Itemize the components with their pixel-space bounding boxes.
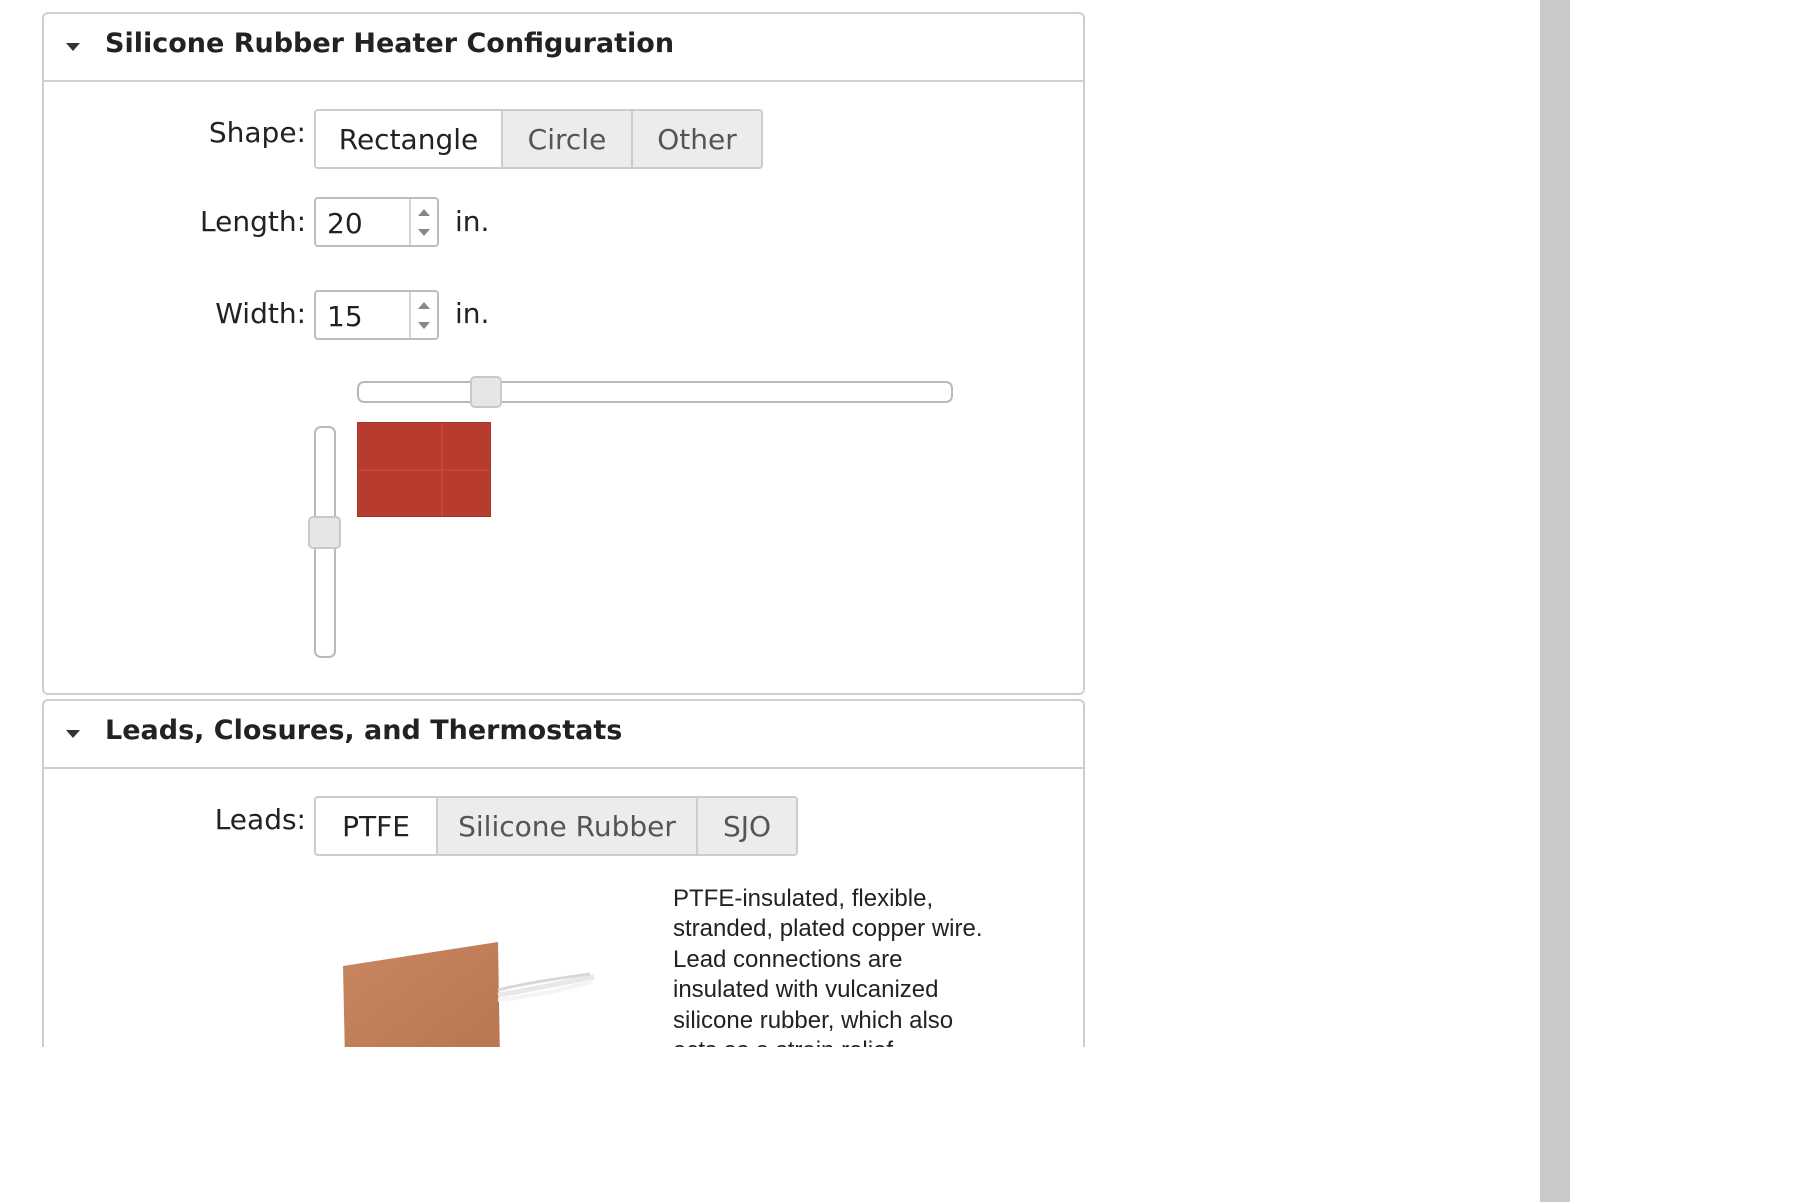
length-stepper[interactable]: [409, 199, 437, 245]
panel-title: Leads, Closures, and Thermostats: [105, 715, 623, 746]
width-value: 15: [327, 300, 363, 333]
leads-option-ptfe[interactable]: PTFE: [316, 798, 436, 854]
spin-up-icon[interactable]: [418, 302, 430, 309]
leads-option-silicone-rubber[interactable]: Silicone Rubber: [436, 798, 696, 854]
page-viewport: Silicone Rubber Heater Configuration Sha…: [0, 0, 1540, 1047]
spin-down-icon[interactable]: [418, 322, 430, 329]
lead-description: PTFE-insulated, flexible, stranded, plat…: [673, 885, 983, 1047]
caret-down-icon[interactable]: [66, 43, 80, 51]
width-unit: in.: [455, 297, 490, 330]
caret-down-icon[interactable]: [66, 730, 80, 738]
preview-grid-line: [358, 469, 490, 471]
width-slider-handle[interactable]: [308, 515, 341, 549]
length-unit: in.: [455, 205, 490, 238]
panel-title: Silicone Rubber Heater Configuration: [105, 28, 675, 59]
page-bottom-area: [0, 1047, 1540, 1202]
shape-selector: Rectangle Circle Other: [314, 109, 763, 169]
lead-wire-heater-image: [343, 942, 595, 1047]
length-input[interactable]: 20: [314, 197, 439, 247]
panel-header[interactable]: Leads, Closures, and Thermostats: [44, 701, 1083, 769]
shape-option-circle[interactable]: Circle: [501, 111, 631, 167]
length-value: 20: [327, 207, 363, 240]
width-stepper[interactable]: [409, 292, 437, 338]
length-slider-handle[interactable]: [469, 376, 502, 408]
leads-option-sjo[interactable]: SJO: [696, 798, 796, 854]
leads-label: Leads:: [214, 803, 306, 836]
length-label: Length:: [199, 205, 306, 238]
width-label: Width:: [215, 297, 306, 330]
window-scrollbar[interactable]: [1540, 0, 1570, 1202]
spin-up-icon[interactable]: [418, 209, 430, 216]
shape-option-other[interactable]: Other: [631, 111, 761, 167]
spin-down-icon[interactable]: [418, 229, 430, 236]
heater-preview: [357, 422, 491, 517]
shape-option-rectangle[interactable]: Rectangle: [316, 111, 501, 167]
length-slider-track[interactable]: [357, 381, 953, 403]
width-input[interactable]: 15: [314, 290, 439, 340]
shape-label: Shape:: [208, 116, 306, 149]
panel-header[interactable]: Silicone Rubber Heater Configuration: [44, 14, 1083, 82]
leads-selector: PTFE Silicone Rubber SJO: [314, 796, 798, 856]
